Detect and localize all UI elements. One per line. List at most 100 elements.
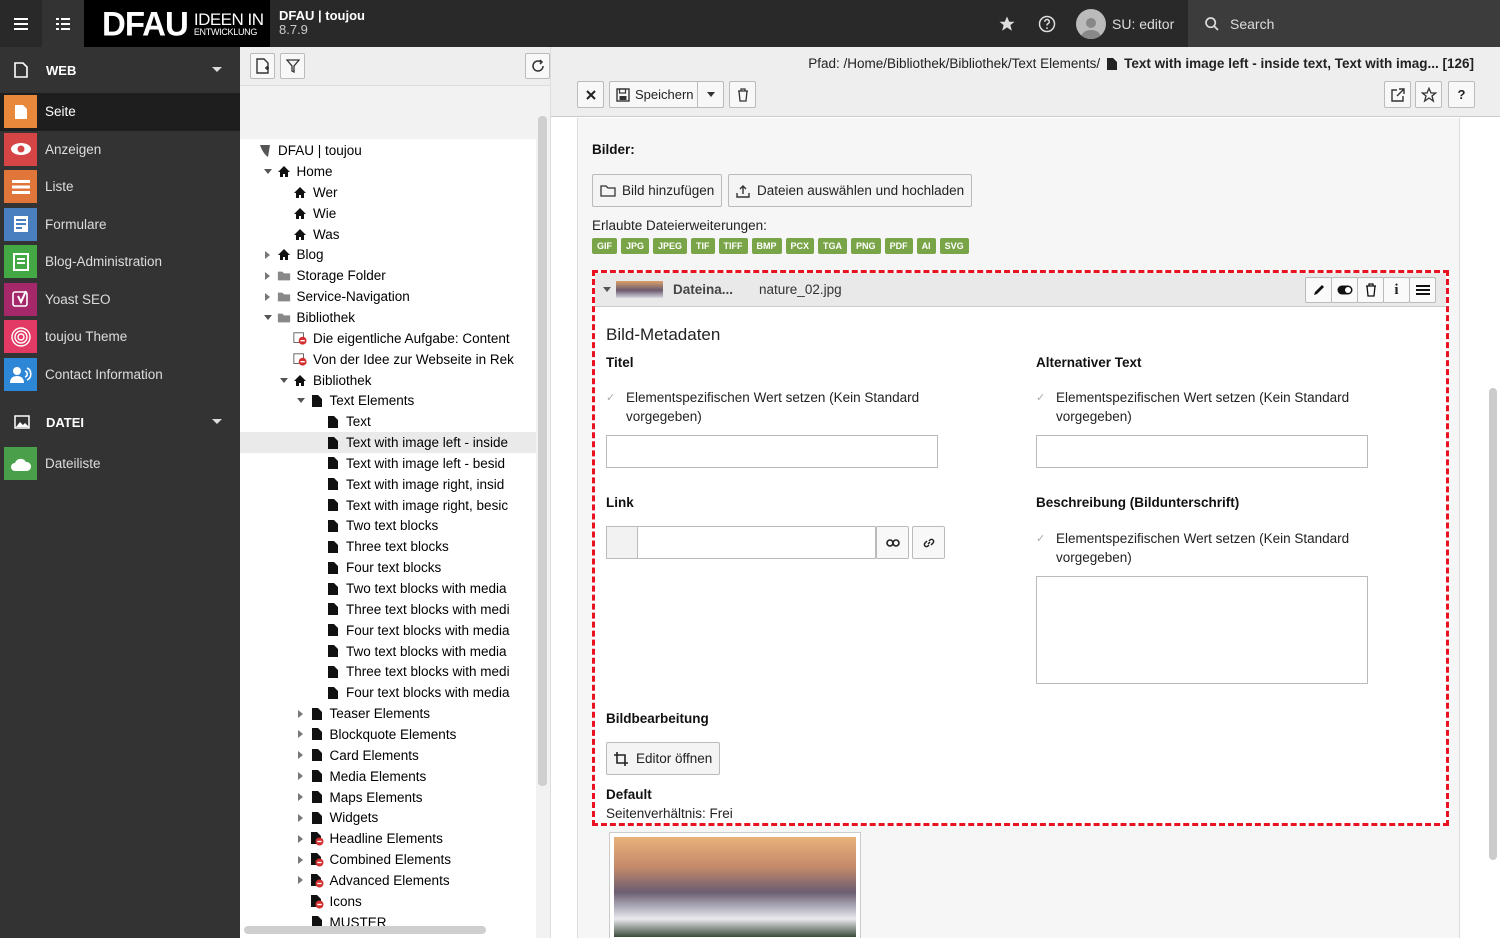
save-button[interactable]: Speichern bbox=[609, 81, 724, 108]
info-button[interactable]: i bbox=[1383, 277, 1410, 303]
tree-node[interactable]: Text with image left - besid bbox=[312, 453, 505, 474]
chevron-right-icon[interactable] bbox=[296, 813, 306, 823]
tree-node[interactable]: Icons bbox=[296, 891, 362, 912]
tree-node[interactable]: Wie bbox=[279, 203, 336, 224]
module-liste[interactable]: Liste bbox=[0, 168, 240, 206]
tree-node[interactable]: Card Elements bbox=[296, 745, 419, 766]
chevron-right-icon[interactable] bbox=[296, 792, 306, 802]
tree-horizontal-scrollbar[interactable] bbox=[244, 926, 486, 934]
tree-node[interactable]: Wer bbox=[279, 182, 338, 203]
menu-toggle-button[interactable] bbox=[0, 0, 42, 47]
tree-node[interactable]: Two text blocks with media bbox=[312, 641, 507, 662]
description-textarea[interactable] bbox=[1036, 576, 1368, 684]
link-browser-button[interactable] bbox=[876, 526, 909, 559]
tree-node[interactable]: Bibliothek bbox=[263, 307, 355, 328]
tree-node[interactable]: Headline Elements bbox=[296, 828, 443, 849]
module-yoast-seo[interactable]: Yoast SEO bbox=[0, 281, 240, 319]
tree-node[interactable]: Service-Navigation bbox=[263, 286, 410, 307]
tree-toggle-button[interactable] bbox=[42, 0, 84, 47]
save-dropdown-toggle[interactable] bbox=[697, 82, 723, 107]
chevron-right-icon[interactable] bbox=[296, 771, 306, 781]
module-blog-administration[interactable]: Blog-Administration bbox=[0, 243, 240, 281]
module-group-datei[interactable]: DATEI bbox=[0, 399, 240, 445]
tree-node[interactable]: Four text blocks with media bbox=[312, 620, 510, 641]
chevron-right-icon[interactable] bbox=[263, 250, 273, 260]
tree-node[interactable]: Four text blocks bbox=[312, 557, 441, 578]
logo[interactable]: DFAU IDEEN IN ENTWICKLUNG bbox=[84, 0, 270, 47]
open-editor-button[interactable]: Editor öffnen bbox=[606, 742, 721, 775]
chevron-right-icon[interactable] bbox=[263, 292, 273, 302]
upload-button[interactable]: Dateien auswählen und hochladen bbox=[728, 174, 973, 207]
tree-node[interactable]: Advanced Elements bbox=[296, 870, 450, 891]
chevron-right-icon[interactable] bbox=[296, 709, 306, 719]
help-button[interactable] bbox=[1032, 0, 1062, 47]
module-dateiliste[interactable]: Dateiliste bbox=[0, 445, 240, 483]
chevron-down-icon[interactable] bbox=[263, 167, 273, 177]
alt-text-input[interactable] bbox=[1036, 435, 1368, 468]
tree-scrollbar[interactable] bbox=[538, 116, 547, 786]
chevron-right-icon[interactable] bbox=[296, 729, 306, 739]
bookmark-button[interactable] bbox=[1415, 81, 1442, 108]
tree-node[interactable]: Text with image right, besic bbox=[312, 495, 508, 516]
edit-button[interactable] bbox=[1305, 277, 1332, 303]
title-override-checkbox[interactable]: ✓ Elementspezifischen Wert setzen (Kein … bbox=[606, 388, 919, 426]
tree-node[interactable]: Text bbox=[312, 411, 371, 432]
open-new-window-button[interactable] bbox=[1384, 81, 1411, 108]
close-button[interactable] bbox=[577, 81, 604, 108]
tree-node[interactable]: Home bbox=[263, 161, 333, 182]
link-button[interactable] bbox=[912, 526, 945, 559]
tree-node[interactable]: Text Elements bbox=[296, 390, 414, 411]
chevron-down-icon[interactable] bbox=[263, 312, 273, 322]
chevron-right-icon[interactable] bbox=[263, 271, 273, 281]
chevron-right-icon[interactable] bbox=[296, 834, 306, 844]
chevron-right-icon[interactable] bbox=[296, 875, 306, 885]
delete-file-button[interactable] bbox=[1357, 277, 1384, 303]
tree-node[interactable]: Three text blocks bbox=[312, 536, 449, 557]
tree-node[interactable]: Two text blocks bbox=[312, 515, 438, 536]
add-image-button[interactable]: Bild hinzufügen bbox=[592, 174, 723, 207]
module-toujou-theme[interactable]: toujou Theme bbox=[0, 318, 240, 356]
refresh-button[interactable] bbox=[525, 53, 550, 79]
tree-node[interactable]: Four text blocks with media bbox=[312, 682, 510, 703]
chevron-down-icon[interactable] bbox=[279, 375, 289, 385]
tree-node[interactable]: Storage Folder bbox=[263, 265, 386, 286]
content-scrollbar[interactable] bbox=[1489, 388, 1497, 860]
tree-node[interactable]: Three text blocks with medi bbox=[312, 599, 510, 620]
tree-node[interactable]: Maps Elements bbox=[296, 787, 423, 808]
module-group-web[interactable]: WEB bbox=[0, 47, 240, 93]
tree-node[interactable]: Combined Elements bbox=[296, 849, 451, 870]
tree-node[interactable]: Two text blocks with media bbox=[312, 578, 507, 599]
help-button[interactable]: ? bbox=[1448, 81, 1475, 108]
tree-node[interactable]: Teaser Elements bbox=[296, 703, 430, 724]
tree-node[interactable]: Bibliothek bbox=[279, 370, 372, 391]
tree-node[interactable]: Text with image right, insid bbox=[312, 474, 504, 495]
tree-node[interactable]: Blog bbox=[263, 244, 324, 265]
tree-node[interactable]: Media Elements bbox=[296, 766, 426, 787]
tree-node[interactable]: Von der Idee zur Webseite in Rek bbox=[279, 349, 514, 370]
bookmarks-button[interactable] bbox=[992, 0, 1022, 47]
filter-button[interactable] bbox=[280, 53, 305, 79]
description-override-checkbox[interactable]: ✓ Elementspezifischen Wert setzen (Kein … bbox=[1036, 529, 1349, 567]
alt-override-checkbox[interactable]: ✓ Elementspezifischen Wert setzen (Kein … bbox=[1036, 388, 1349, 426]
chevron-right-icon[interactable] bbox=[296, 855, 306, 865]
tree-node[interactable]: Text with image left - inside bbox=[240, 432, 536, 454]
tree-node[interactable]: Was bbox=[279, 224, 340, 245]
chevron-down-icon[interactable] bbox=[296, 396, 306, 406]
title-input[interactable] bbox=[606, 435, 938, 468]
module-contact-information[interactable]: Contact Information bbox=[0, 356, 240, 394]
module-anzeigen[interactable]: Anzeigen bbox=[0, 131, 240, 169]
module-formulare[interactable]: Formulare bbox=[0, 206, 240, 244]
search-field[interactable]: Search bbox=[1188, 0, 1500, 47]
tree-root[interactable]: DFAU | toujou bbox=[258, 140, 362, 161]
delete-button[interactable] bbox=[729, 81, 756, 108]
tree-node[interactable]: Die eigentliche Aufgabe: Content bbox=[279, 328, 510, 349]
tree-node[interactable]: Blockquote Elements bbox=[296, 724, 456, 745]
drag-handle[interactable] bbox=[1409, 277, 1436, 303]
file-reference-header[interactable]: Dateina... nature_02.jpg i bbox=[595, 273, 1446, 307]
tree-node[interactable]: Widgets bbox=[296, 807, 378, 828]
link-input[interactable] bbox=[637, 526, 876, 559]
tree-node[interactable]: Three text blocks with medi bbox=[312, 661, 510, 682]
chevron-right-icon[interactable] bbox=[296, 750, 306, 760]
module-seite[interactable]: Seite bbox=[0, 93, 240, 131]
toggle-visibility-button[interactable] bbox=[1331, 277, 1358, 303]
